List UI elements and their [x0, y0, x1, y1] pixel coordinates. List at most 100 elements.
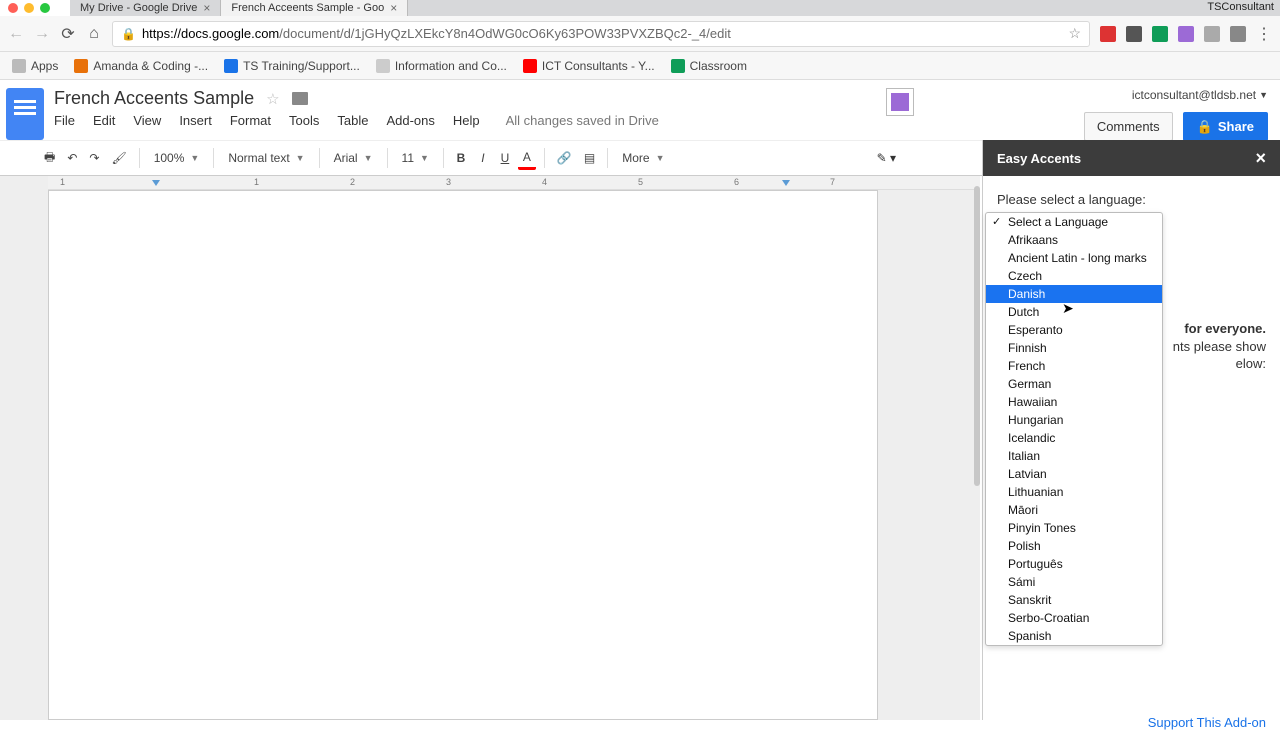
- dropdown-option[interactable]: Spanish: [986, 627, 1162, 645]
- underline-button[interactable]: U: [496, 148, 514, 168]
- dropdown-option[interactable]: Afrikaans: [986, 231, 1162, 249]
- document-canvas[interactable]: [48, 190, 878, 720]
- dropdown-option[interactable]: Māori: [986, 501, 1162, 519]
- dropdown-option[interactable]: Icelandic: [986, 429, 1162, 447]
- bookmark-item[interactable]: Classroom: [671, 59, 747, 73]
- link-icon[interactable]: 🔗: [553, 148, 576, 168]
- paint-format-icon[interactable]: 🖌: [107, 148, 130, 168]
- dropdown-option[interactable]: Ancient Latin - long marks: [986, 249, 1162, 267]
- ext-icon[interactable]: [1230, 26, 1246, 42]
- ext-icon[interactable]: [1204, 26, 1220, 42]
- browser-menu-icon[interactable]: ⋮: [1256, 24, 1272, 44]
- dropdown-option[interactable]: Sanskrit: [986, 591, 1162, 609]
- menu-tools[interactable]: Tools: [289, 113, 319, 128]
- scrollbar-thumb[interactable]: [974, 186, 980, 486]
- forward-button[interactable]: →: [34, 25, 50, 43]
- font-size-select[interactable]: 11▼: [396, 148, 435, 168]
- ext-icon[interactable]: [1100, 26, 1116, 42]
- dropdown-option[interactable]: Sámi: [986, 573, 1162, 591]
- zoom-select[interactable]: 100%▼: [148, 148, 206, 168]
- close-icon[interactable]: ×: [1255, 148, 1266, 169]
- menu-addons[interactable]: Add-ons: [386, 113, 434, 128]
- menu-insert[interactable]: Insert: [179, 113, 212, 128]
- close-window[interactable]: [8, 3, 18, 13]
- style-select[interactable]: Normal text▼: [222, 148, 310, 168]
- print-icon[interactable]: 🖶: [40, 145, 59, 172]
- home-button[interactable]: ⌂: [86, 25, 102, 43]
- docs-header: French Acceents Sample ☆ File Edit View …: [0, 80, 1280, 140]
- dropdown-option[interactable]: Hungarian: [986, 411, 1162, 429]
- bold-button[interactable]: B: [452, 148, 470, 168]
- tab-title: My Drive - Google Drive: [80, 2, 197, 14]
- dropdown-option[interactable]: Danish: [986, 285, 1162, 303]
- folder-icon[interactable]: [292, 92, 308, 105]
- dropdown-option[interactable]: Hawaiian: [986, 393, 1162, 411]
- dropdown-option[interactable]: Dutch: [986, 303, 1162, 321]
- bookmark-star-icon[interactable]: ☆: [1068, 25, 1081, 42]
- url-text: https://docs.google.com/document/d/1jGHy…: [142, 26, 1062, 41]
- more-button[interactable]: More▼: [616, 148, 670, 168]
- back-button[interactable]: ←: [8, 25, 24, 43]
- addon-icon[interactable]: [886, 88, 914, 116]
- redo-icon[interactable]: ↷: [85, 148, 103, 168]
- comment-icon[interactable]: ▤: [580, 148, 599, 168]
- close-icon[interactable]: ×: [203, 1, 210, 15]
- extension-icons: [1100, 26, 1246, 42]
- browser-tab-drive[interactable]: My Drive - Google Drive ×: [70, 0, 221, 16]
- comments-button[interactable]: Comments: [1084, 112, 1173, 141]
- support-link[interactable]: Support This Add-on: [1148, 715, 1266, 730]
- ext-icon[interactable]: [1178, 26, 1194, 42]
- dropdown-option[interactable]: Polish: [986, 537, 1162, 555]
- sidebar-title: Easy Accents: [997, 151, 1081, 166]
- url-input[interactable]: 🔒 https://docs.google.com/document/d/1jG…: [112, 21, 1090, 47]
- dropdown-option[interactable]: Serbo-Croatian: [986, 609, 1162, 627]
- ext-icon[interactable]: [1152, 26, 1168, 42]
- account-email[interactable]: ictconsultant@tldsb.net▼: [1132, 88, 1268, 102]
- tab-strip: My Drive - Google Drive × French Acceent…: [70, 0, 1280, 16]
- star-icon[interactable]: ☆: [266, 90, 279, 108]
- bookmarks-bar: Apps Amanda & Coding -... TS Training/Su…: [0, 52, 1280, 80]
- share-button[interactable]: 🔒Share: [1183, 112, 1268, 141]
- menu-edit[interactable]: Edit: [93, 113, 115, 128]
- dropdown-option[interactable]: Lithuanian: [986, 483, 1162, 501]
- ruler[interactable]: 1 1 2 3 4 5 6 7: [48, 176, 980, 190]
- bookmark-item[interactable]: Information and Co...: [376, 59, 507, 73]
- browser-tab-doc[interactable]: French Acceents Sample - Goo ×: [221, 0, 408, 16]
- minimize-window[interactable]: [24, 3, 34, 13]
- text-color-button[interactable]: A: [518, 147, 536, 170]
- font-select[interactable]: Arial▼: [328, 148, 379, 168]
- dropdown-option[interactable]: German: [986, 375, 1162, 393]
- dropdown-option[interactable]: Português: [986, 555, 1162, 573]
- dropdown-option[interactable]: Latvian: [986, 465, 1162, 483]
- save-status: All changes saved in Drive: [506, 113, 659, 128]
- tab-title: French Acceents Sample - Goo: [231, 2, 384, 14]
- dropdown-option[interactable]: Select a Language: [986, 213, 1162, 231]
- bookmark-apps[interactable]: Apps: [12, 59, 58, 73]
- window-controls: [0, 0, 58, 15]
- docs-logo-icon[interactable]: [6, 88, 44, 140]
- close-icon[interactable]: ×: [390, 1, 397, 15]
- editing-mode-icon[interactable]: ✎ ▾: [873, 148, 900, 168]
- menu-table[interactable]: Table: [337, 113, 368, 128]
- menu-view[interactable]: View: [133, 113, 161, 128]
- bookmark-item[interactable]: ICT Consultants - Y...: [523, 59, 655, 73]
- dropdown-option[interactable]: Czech: [986, 267, 1162, 285]
- dropdown-option[interactable]: Pinyin Tones: [986, 519, 1162, 537]
- sidebar-header: Easy Accents ×: [983, 140, 1280, 176]
- menu-format[interactable]: Format: [230, 113, 271, 128]
- reload-button[interactable]: ⟳: [60, 24, 76, 44]
- sidebar: Easy Accents × Please select a language:…: [982, 140, 1280, 720]
- menu-file[interactable]: File: [54, 113, 75, 128]
- maximize-window[interactable]: [40, 3, 50, 13]
- italic-button[interactable]: I: [474, 148, 492, 168]
- menu-bar: File Edit View Insert Format Tools Table…: [54, 113, 886, 128]
- document-title[interactable]: French Acceents Sample: [54, 88, 254, 109]
- language-dropdown[interactable]: Select a LanguageAfrikaansAncient Latin …: [985, 212, 1163, 646]
- lock-icon: 🔒: [121, 27, 136, 41]
- bookmark-item[interactable]: Amanda & Coding -...: [74, 59, 208, 73]
- undo-icon[interactable]: ↶: [63, 148, 81, 168]
- menu-help[interactable]: Help: [453, 113, 480, 128]
- bookmark-item[interactable]: TS Training/Support...: [224, 59, 360, 73]
- ext-icon[interactable]: [1126, 26, 1142, 42]
- dropdown-option[interactable]: Italian: [986, 447, 1162, 465]
